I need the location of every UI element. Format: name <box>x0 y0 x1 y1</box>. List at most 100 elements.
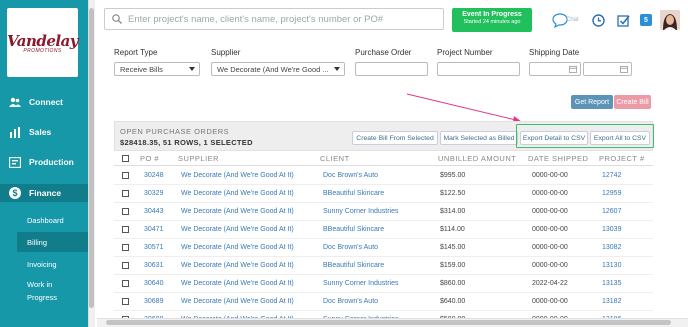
sidebar-sub-work-in-progress-2[interactable]: Progress <box>17 291 88 303</box>
cell-supplier[interactable]: We Decorate (And We're Good At It) <box>181 226 294 233</box>
row-checkbox[interactable] <box>122 244 129 251</box>
cell-client[interactable]: Doc Brown's Auto <box>323 244 378 251</box>
row-checkbox[interactable] <box>122 190 129 197</box>
chevron-down-icon <box>189 67 195 71</box>
table-row[interactable]: 30689 We Decorate (And We're Good At It) D… <box>114 293 653 311</box>
notification-count-badge[interactable]: 5 <box>640 14 652 26</box>
select-all-checkbox[interactable] <box>122 155 129 162</box>
cell-supplier[interactable]: We Decorate (And We're Good At It) <box>181 208 294 215</box>
cell-client[interactable]: Doc Brown's Auto <box>323 298 378 305</box>
purchase-order-input[interactable] <box>355 62 428 76</box>
cell-client[interactable]: BBeautiful Skincare <box>323 226 384 233</box>
cell-client[interactable]: BBeautiful Skincare <box>323 262 384 269</box>
table-row[interactable]: 30248 We Decorate (And We're Good At It) D… <box>114 167 653 185</box>
table-row[interactable]: 30443 We Decorate (And We're Good At It) S… <box>114 203 653 221</box>
cell-project[interactable]: 13039 <box>602 226 621 233</box>
row-checkbox[interactable] <box>122 262 129 269</box>
row-checkbox[interactable] <box>122 226 129 233</box>
col-unbilled-amount[interactable]: UNBILLED AMOUNT <box>438 154 516 163</box>
cell-project[interactable]: 13082 <box>602 244 621 251</box>
cell-project[interactable]: 13130 <box>602 262 621 269</box>
cell-supplier[interactable]: We Decorate (And We're Good At It) <box>181 298 294 305</box>
global-search[interactable] <box>104 8 444 30</box>
cell-po[interactable]: 30329 <box>144 190 163 197</box>
report-type-select[interactable]: Receive Bills <box>114 62 200 76</box>
table-row[interactable]: 30329 We Decorate (And We're Good At It) B… <box>114 185 653 203</box>
cell-supplier[interactable]: We Decorate (And We're Good At It) <box>181 280 294 287</box>
sidebar-sub-billing[interactable]: Billing <box>17 232 88 252</box>
table-row[interactable]: 30640 We Decorate (And We're Good At It) S… <box>114 275 653 293</box>
sidebar-item-sales[interactable]: Sales <box>0 123 88 141</box>
shipping-date-to-input[interactable] <box>583 62 632 76</box>
sidebar-sub-invoicing[interactable]: Invoicing <box>17 256 88 272</box>
shipping-date-from-input[interactable] <box>529 62 581 76</box>
cell-po[interactable]: 30443 <box>144 208 163 215</box>
cell-project[interactable]: 12959 <box>602 190 621 197</box>
sidebar-item-label: Production <box>29 157 74 167</box>
search-icon <box>112 14 122 24</box>
cell-po[interactable]: 30689 <box>144 298 163 305</box>
sidebar-scroll-thumb[interactable] <box>89 8 94 308</box>
get-report-button[interactable]: Get Report <box>571 95 613 109</box>
cell-supplier[interactable]: We Decorate (And We're Good At It) <box>181 262 294 269</box>
cell-project[interactable]: 12742 <box>602 172 621 179</box>
cell-client[interactable]: Doc Brown's Auto <box>323 172 378 179</box>
table-row[interactable]: 30471 We Decorate (And We're Good At It) B… <box>114 221 653 239</box>
horizontal-scroll-thumb[interactable] <box>106 320 671 325</box>
row-checkbox[interactable] <box>122 280 129 287</box>
cell-project[interactable]: 12607 <box>602 208 621 215</box>
supplier-value: We Decorate (And We're Good ... <box>217 64 329 74</box>
col-project[interactable]: PROJECT # <box>599 154 645 163</box>
cell-po[interactable]: 30631 <box>144 262 163 269</box>
sidebar-sub-dashboard[interactable]: Dashboard <box>17 212 88 228</box>
row-checkbox[interactable] <box>122 298 129 305</box>
sidebar-item-connect[interactable]: Connect <box>0 93 88 111</box>
mark-selected-billed-button[interactable]: Mark Selected as Billed <box>440 131 518 145</box>
row-checkbox[interactable] <box>122 172 129 179</box>
table-row[interactable]: 30571 We Decorate (And We're Good At It) D… <box>114 239 653 257</box>
cell-project[interactable]: 13182 <box>602 298 621 305</box>
project-number-label: Project Number <box>437 48 493 57</box>
col-date-shipped[interactable]: DATE SHIPPED <box>528 154 588 163</box>
sidebar-item-production[interactable]: Production <box>0 153 88 171</box>
cell-project[interactable]: 13135 <box>602 280 621 287</box>
supplier-select[interactable]: We Decorate (And We're Good ... <box>211 62 345 76</box>
user-avatar[interactable] <box>660 10 680 30</box>
project-number-input[interactable] <box>437 62 520 76</box>
row-checkbox[interactable] <box>122 208 129 215</box>
event-in-progress-badge[interactable]: Event In Progress Started 24 minutes ago <box>452 8 532 32</box>
cell-client[interactable]: Sunny Corner Industries <box>323 280 398 287</box>
calendar-icon[interactable] <box>620 65 628 75</box>
cell-supplier[interactable]: We Decorate (And We're Good At It) <box>181 172 294 179</box>
cell-po[interactable]: 30640 <box>144 280 163 287</box>
cell-date-shipped: 0000-00-00 <box>532 298 568 305</box>
cell-supplier[interactable]: We Decorate (And We're Good At It) <box>181 244 294 251</box>
report-type-value: Receive Bills <box>120 64 163 74</box>
col-client[interactable]: CLIENT <box>320 154 350 163</box>
cell-po[interactable]: 30248 <box>144 172 163 179</box>
dollar-icon: $ <box>9 187 21 199</box>
sidebar-item-finance[interactable]: $ Finance <box>0 184 88 202</box>
svg-text:$: $ <box>12 188 17 198</box>
company-logo[interactable]: Vandelay PROMOTIONS <box>7 8 79 77</box>
col-supplier[interactable]: SUPPLIER <box>178 154 219 163</box>
cell-client[interactable]: BBeautiful Skincare <box>323 190 384 197</box>
search-input[interactable] <box>128 13 428 25</box>
cell-po[interactable]: 30571 <box>144 244 163 251</box>
sidebar-item-label: Finance <box>29 188 62 198</box>
supplier-label: Supplier <box>211 48 241 57</box>
production-icon <box>9 156 21 168</box>
calendar-icon[interactable] <box>569 65 577 75</box>
sidebar-sub-work-in-progress[interactable]: Work in <box>17 278 88 290</box>
cell-client[interactable]: Sunny Corner Industries <box>323 208 398 215</box>
col-po[interactable]: PO # <box>140 154 159 163</box>
table-row[interactable]: 30631 We Decorate (And We're Good At It) B… <box>114 257 653 275</box>
clock-icon[interactable] <box>592 13 605 27</box>
cell-po[interactable]: 30471 <box>144 226 163 233</box>
cell-date-shipped: 0000-00-00 <box>532 190 568 197</box>
create-bill-from-selected-button[interactable]: Create Bill From Selected <box>352 131 438 145</box>
cell-supplier[interactable]: We Decorate (And We're Good At It) <box>181 190 294 197</box>
chat-button[interactable]: Chat <box>552 12 584 28</box>
task-check-icon[interactable] <box>617 14 630 27</box>
create-bill-button[interactable]: Create Bill <box>614 95 651 109</box>
